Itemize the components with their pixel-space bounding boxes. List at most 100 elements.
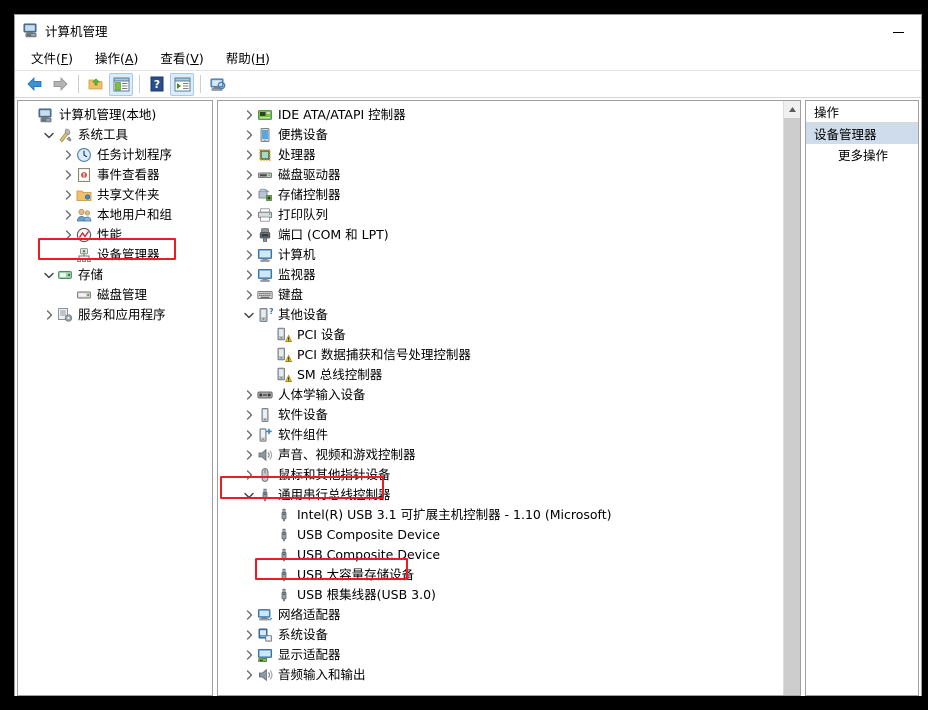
unknown-device-warning-icon — [276, 327, 292, 343]
menu-file[interactable]: 文件(F) — [31, 48, 73, 67]
tree-item-5[interactable]: 打印队列 — [218, 205, 800, 225]
scrollbar-thumb[interactable] — [784, 118, 800, 695]
tree-item-8[interactable]: 监视器 — [218, 265, 800, 285]
tree-item-4[interactable]: 存储控制器 — [218, 185, 800, 205]
actions-pane-more-actions[interactable]: 更多操作 — [806, 144, 918, 165]
tree-item-2[interactable]: 任务计划程序 — [18, 145, 212, 165]
tree-item-19[interactable]: 通用串行总线控制器 — [218, 485, 800, 505]
software-component-icon — [257, 427, 273, 443]
tree-item-10[interactable]: 服务和应用程序 — [18, 305, 212, 325]
menu-action-label: 操作 — [95, 51, 121, 66]
scan-hardware-button[interactable] — [206, 73, 230, 96]
minimize-button[interactable] — [876, 15, 921, 45]
chevron-right-icon[interactable] — [241, 385, 257, 405]
tree-item-22[interactable]: USB Composite Device — [218, 545, 800, 565]
chevron-right-icon[interactable] — [241, 645, 257, 665]
chevron-right-icon[interactable] — [241, 285, 257, 305]
actions-pane-selected-item[interactable]: 设备管理器 — [806, 123, 918, 144]
chevron-right-icon[interactable] — [241, 145, 257, 165]
chevron-right-icon[interactable] — [241, 125, 257, 145]
tree-item-3[interactable]: 磁盘驱动器 — [218, 165, 800, 185]
tree-item-6[interactable]: 端口 (COM 和 LPT) — [218, 225, 800, 245]
chevron-right-icon[interactable] — [241, 205, 257, 225]
chevron-right-icon[interactable] — [241, 425, 257, 445]
chevron-right-icon[interactable] — [241, 225, 257, 245]
chevron-right-icon[interactable] — [241, 605, 257, 625]
tree-item-2[interactable]: 处理器 — [218, 145, 800, 165]
system-device-icon — [257, 627, 273, 643]
tree-item-20[interactable]: Intel(R) USB 3.1 可扩展主机控制器 - 1.10 (Micros… — [218, 505, 800, 525]
tree-item-label: USB Composite Device — [297, 527, 441, 542]
help-button[interactable]: ? — [145, 73, 169, 96]
chevron-right-icon[interactable] — [241, 465, 257, 485]
tree-item-16[interactable]: 软件组件 — [218, 425, 800, 445]
tree-item-label: 存储 — [78, 267, 104, 282]
chevron-right-icon[interactable] — [41, 305, 57, 325]
chevron-right-icon[interactable] — [60, 225, 76, 245]
tree-item-15[interactable]: 软件设备 — [218, 405, 800, 425]
chevron-right-icon[interactable] — [241, 265, 257, 285]
chevron-right-icon[interactable] — [241, 245, 257, 265]
system-tools-icon — [57, 127, 73, 143]
chevron-right-icon[interactable] — [60, 145, 76, 165]
device-tree-pane: IDE ATA/ATAPI 控制器 便携设备 处理器 磁盘驱动器 存储控制器 打印队列 端口… — [217, 100, 801, 696]
chevron-right-icon[interactable] — [60, 165, 76, 185]
tree-item-12[interactable]: PCI 数据捕获和信号处理控制器 — [218, 345, 800, 365]
tree-item-9[interactable]: 磁盘管理 — [18, 285, 212, 305]
menu-help[interactable]: 帮助(H) — [226, 48, 270, 67]
up-folder-button[interactable] — [84, 73, 108, 96]
chevron-down-icon[interactable] — [241, 305, 257, 325]
tree-item-5[interactable]: 本地用户和组 — [18, 205, 212, 225]
window-title: 计算机管理 — [45, 23, 108, 39]
tree-item-6[interactable]: 性能 — [18, 225, 212, 245]
tree-item-14[interactable]: 人体学输入设备 — [218, 385, 800, 405]
chevron-right-icon[interactable] — [241, 445, 257, 465]
tree-item-4[interactable]: 共享文件夹 — [18, 185, 212, 205]
chevron-right-icon[interactable] — [241, 165, 257, 185]
tree-item-7[interactable]: 计算机 — [218, 245, 800, 265]
tree-item-21[interactable]: USB Composite Device — [218, 525, 800, 545]
tree-item-3[interactable]: 事件查看器 — [18, 165, 212, 185]
chevron-right-icon[interactable] — [241, 105, 257, 125]
tree-item-7[interactable]: 设备管理器 — [18, 245, 212, 265]
tree-item-28[interactable]: 音频输入和输出 — [218, 665, 800, 685]
chevron-right-icon[interactable] — [241, 405, 257, 425]
shared-folders-icon — [76, 187, 92, 203]
back-button[interactable] — [23, 73, 47, 96]
tree-item-11[interactable]: PCI 设备 — [218, 325, 800, 345]
show-console-tree-button[interactable] — [109, 72, 133, 96]
tree-item-1[interactable]: 便携设备 — [218, 125, 800, 145]
device-tree-scrollbar[interactable] — [783, 101, 800, 695]
chevron-right-icon[interactable] — [241, 185, 257, 205]
tree-item-9[interactable]: 键盘 — [218, 285, 800, 305]
tree-item-23[interactable]: USB 大容量存储设备 — [218, 565, 800, 585]
tree-item-0[interactable]: IDE ATA/ATAPI 控制器 — [218, 105, 800, 125]
chevron-right-icon[interactable] — [60, 185, 76, 205]
chevron-down-icon[interactable] — [41, 125, 57, 145]
tree-item-18[interactable]: 鼠标和其他指针设备 — [218, 465, 800, 485]
menu-view[interactable]: 查看(V) — [160, 48, 203, 67]
chevron-down-icon[interactable] — [241, 485, 257, 505]
tree-item-27[interactable]: 显示适配器 — [218, 645, 800, 665]
menu-action[interactable]: 操作(A) — [95, 48, 138, 67]
tree-item-17[interactable]: 声音、视频和游戏控制器 — [218, 445, 800, 465]
tree-item-0[interactable]: 计算机管理(本地) — [18, 105, 212, 125]
tree-item-24[interactable]: USB 根集线器(USB 3.0) — [218, 585, 800, 605]
tree-item-8[interactable]: 存储 — [18, 265, 212, 285]
unknown-device-warning-icon — [276, 347, 292, 363]
chevron-right-icon[interactable] — [241, 625, 257, 645]
chevron-right-icon[interactable] — [60, 205, 76, 225]
chevron-down-icon[interactable] — [41, 265, 57, 285]
tree-item-10[interactable]: ? 其他设备 — [218, 305, 800, 325]
tree-item-26[interactable]: 系统设备 — [218, 625, 800, 645]
tree-item-13[interactable]: SM 总线控制器 — [218, 365, 800, 385]
tree-item-label: 人体学输入设备 — [278, 387, 366, 402]
tree-item-25[interactable]: 网络适配器 — [218, 605, 800, 625]
chevron-right-icon[interactable] — [241, 665, 257, 685]
properties-button[interactable] — [170, 72, 194, 96]
forward-button[interactable] — [48, 73, 72, 96]
scroll-up-arrow-icon[interactable] — [784, 101, 800, 118]
tree-item-1[interactable]: 系统工具 — [18, 125, 212, 145]
actions-pane-header: 操作 — [806, 101, 918, 123]
software-device-icon — [257, 407, 273, 423]
